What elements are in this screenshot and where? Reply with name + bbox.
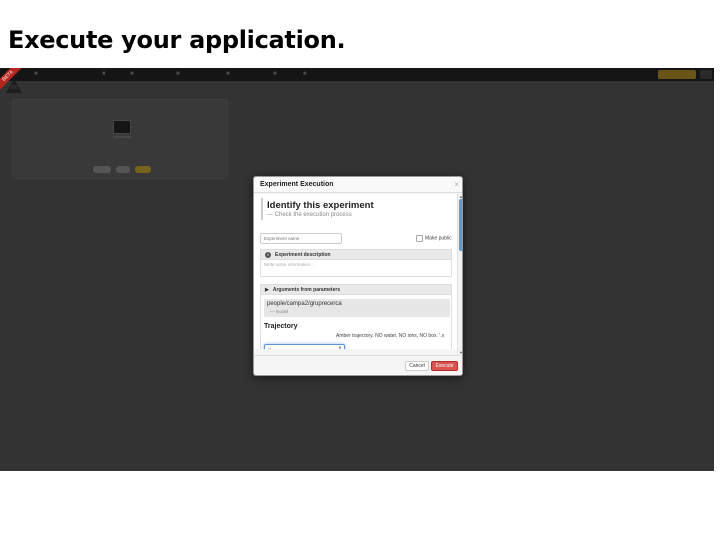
- app-badge: [135, 166, 151, 173]
- nav-item-apps[interactable]: ■: [102, 68, 108, 81]
- help-icon: ■: [273, 71, 277, 77]
- make-public-label: Make public: [425, 235, 452, 242]
- cancel-button[interactable]: Cancel: [405, 361, 429, 371]
- dialog-header: Experiment Execution ×: [254, 177, 462, 193]
- trajectory-description: Amber trajectory. NO water, NO ions, NO …: [336, 333, 445, 339]
- parameter-path: people/campa2/gruprecerca: [267, 301, 342, 307]
- execute-button[interactable]: Execute: [431, 361, 458, 371]
- experiment-execution-dialog: Experiment Execution × Identify this exp…: [253, 176, 463, 376]
- select-arrows-icon: ⇕: [337, 346, 342, 349]
- experiment-name-input[interactable]: [260, 233, 342, 244]
- trajectory-select[interactable]: -- ⇕: [264, 344, 345, 349]
- flask-icon: ■: [130, 71, 134, 77]
- nav-item-builder[interactable]: ■: [226, 68, 232, 81]
- app-thumbnail: [113, 120, 131, 134]
- slide-title: Execute your application.: [8, 26, 346, 54]
- experiment-description-header[interactable]: i Experiment description: [260, 249, 452, 260]
- dialog-footer: Cancel Execute: [254, 355, 462, 375]
- info-icon: ■: [303, 71, 307, 77]
- parameter-model: — model: [270, 309, 289, 314]
- nav-item-home[interactable]: ■: [34, 68, 40, 81]
- top-navbar: ■ ■ ■ ■ ■ ■ ■: [0, 68, 714, 81]
- checkbox-box[interactable]: [416, 235, 423, 242]
- nav-item-help[interactable]: ■: [273, 68, 279, 81]
- nav-item-experiments[interactable]: ■: [130, 68, 136, 81]
- star-icon: ■: [176, 71, 180, 77]
- apps-icon: ■: [102, 71, 106, 77]
- scrollbar-thumb[interactable]: [459, 199, 462, 251]
- make-public-checkbox[interactable]: Make public: [416, 235, 452, 242]
- wrench-icon: ■: [226, 71, 230, 77]
- user-menu-button[interactable]: [658, 70, 696, 79]
- app-badge: [93, 166, 111, 173]
- caret-right-icon: ▶: [265, 287, 269, 293]
- expand-button[interactable]: [700, 70, 712, 79]
- dialog-heading: Identify this experiment: [267, 200, 374, 211]
- trajectory-label: Trajectory: [264, 323, 298, 330]
- app-badge: [116, 166, 130, 173]
- heading-accent-bar: [261, 198, 263, 220]
- trajectory-select-value: --: [268, 346, 272, 349]
- parameter-path-box: people/campa2/gruprecerca — model: [264, 299, 450, 317]
- dialog-body: Identify this experiment — Check the exe…: [254, 194, 457, 349]
- app-card: [12, 99, 228, 179]
- nav-item-my-experiments[interactable]: ■: [176, 68, 182, 81]
- nav-item-about[interactable]: ■: [303, 68, 309, 81]
- dialog-subheading: — Check the execution process: [267, 212, 352, 218]
- experiment-description-input[interactable]: Write some information...: [260, 260, 452, 277]
- app-thumbnail-caption: [113, 136, 131, 138]
- arguments-section-header[interactable]: ▶ Arguments from parameters: [260, 284, 452, 295]
- info-icon: i: [265, 251, 271, 258]
- close-icon[interactable]: ×: [454, 180, 459, 189]
- app-screenshot: ■ ■ ■ ■ ■ ■ ■ BETA Experiment Execution …: [0, 68, 714, 471]
- home-icon: ■: [34, 71, 38, 77]
- arguments-panel: people/campa2/gruprecerca — model Trajec…: [260, 295, 452, 349]
- dialog-title: Experiment Execution: [260, 181, 334, 188]
- dialog-scrollbar[interactable]: ▲ ▼: [457, 194, 462, 355]
- app-logo-icon: [6, 79, 22, 93]
